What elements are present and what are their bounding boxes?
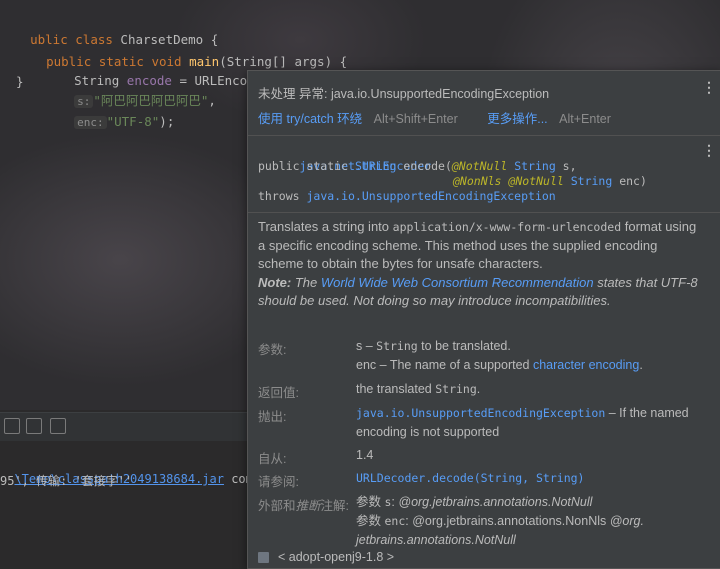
ext-annotation-enc: 参数 enc: @org.jetbrains.annotations.NonNl… — [356, 512, 696, 549]
returns-code: String — [435, 382, 477, 396]
param-enc: enc – The name of a supported character … — [356, 356, 696, 375]
dash: – — [362, 339, 377, 353]
print-icon[interactable] — [26, 418, 42, 434]
desc-text: Translates a string into — [258, 219, 393, 234]
type: String — [74, 73, 127, 88]
divider — [248, 212, 720, 213]
desc-code: application/x-www-form-urlencoded — [392, 220, 622, 234]
ext-label-c: 注解: — [320, 499, 350, 513]
ext-annotation-s: 参数 s: @org.jetbrains.annotations.NotNull — [356, 493, 696, 512]
param-hint-s: s: — [74, 95, 94, 108]
error-header: 未处理 异常: java.io.UnsupportedEncodingExcep… — [248, 71, 720, 135]
returns-value: the translated String. — [356, 380, 696, 399]
comma: , — [208, 93, 216, 108]
ext2-code: enc — [384, 514, 406, 528]
dot: . — [639, 358, 643, 372]
library-icon — [258, 552, 269, 563]
ext-label-a: 外部和 — [258, 499, 296, 513]
note-label: Note: — [258, 274, 292, 290]
code-line-class[interactable]: ublic class CharsetDemo { — [0, 10, 218, 47]
quick-fix-row: 使用 try/catch 环绕 Alt+Shift+Enter 更多操作... … — [258, 108, 611, 127]
signature-throws: throws java.io.UnsupportedEncodingExcept… — [258, 189, 556, 204]
ext2-anno: @org. — [609, 514, 644, 528]
param-hint-enc: enc: — [74, 116, 107, 129]
dot: . — [476, 382, 481, 396]
ext-annotations-label: 外部和推断注解: — [258, 495, 349, 514]
error-message: 未处理 异常: java.io.UnsupportedEncodingExcep… — [258, 83, 549, 102]
error-type: java.io.UnsupportedEncodingException — [330, 87, 550, 101]
run-output: 95', 传输: '套接字'' — [0, 474, 133, 488]
more-actions-link[interactable]: 更多操作... — [487, 112, 547, 126]
description: Translates a string into application/x-w… — [258, 218, 698, 311]
code-line-close[interactable]: } — [16, 72, 24, 92]
surround-try-catch-action[interactable]: 使用 try/catch 环绕 — [258, 112, 362, 126]
sig-mod: public static — [258, 159, 355, 173]
sig-annotation-nonnls: @NonNls — [453, 174, 502, 188]
charset-link[interactable]: character encoding — [533, 358, 639, 372]
error-label: 未处理 异常: — [258, 87, 328, 101]
param-s: s – String to be translated. — [356, 337, 696, 356]
string-literal: "阿巴阿巴阿巴阿巴" — [93, 93, 209, 108]
throws-kw: throws — [258, 189, 307, 203]
more-options-icon[interactable]: ⋮ — [702, 79, 716, 96]
signature-line-2: @NonNls @NotNull String enc) — [453, 174, 647, 189]
doc-options-icon[interactable]: ⋮ — [702, 142, 716, 159]
throws-exception-link[interactable]: java.io.UnsupportedEncodingException — [306, 189, 555, 203]
param-s-type: String — [376, 339, 418, 353]
shortcut-more: Alt+Enter — [559, 112, 611, 126]
ext1-anno: @org.jetbrains.annotations.NotNull — [398, 495, 593, 509]
throws-value: java.io.UnsupportedEncodingException – I… — [356, 404, 696, 441]
shortcut-surround: Alt+Shift+Enter — [373, 112, 458, 126]
params-label: 参数: — [258, 343, 287, 357]
run-toolbar — [0, 412, 250, 441]
variable: encode — [126, 73, 172, 88]
see-label: 请参阅: — [258, 475, 299, 489]
delete-icon[interactable] — [50, 418, 66, 434]
wrap-icon[interactable] — [4, 418, 20, 434]
param-s-desc: to be translated. — [417, 339, 511, 353]
sig-annotation: @NotNull — [451, 159, 508, 173]
sig-param-s: s, — [555, 159, 577, 173]
w3c-link[interactable]: World Wide Web Consortium Recommendation — [321, 275, 594, 290]
sig-annotation-notnull: @NotNull — [508, 174, 564, 188]
returns-label: 返回值: — [258, 386, 299, 400]
sig-space — [564, 174, 571, 188]
throws-label: 抛出: — [258, 410, 287, 424]
string-literal-enc: "UTF-8" — [106, 114, 160, 129]
sig-param-type[interactable]: String — [514, 159, 556, 173]
code-line-main[interactable]: public static void main(String[] args) { — [16, 32, 347, 69]
jdk-footer: < adopt-openj9-1.8 > — [248, 548, 720, 568]
sig-return-type[interactable]: String — [355, 159, 397, 173]
throws-link[interactable]: java.io.UnsupportedEncodingException — [356, 406, 605, 420]
end: ); — [159, 114, 175, 129]
code-line-encode[interactable]: String encode = URLEncoder.encode( s:"阿巴… — [44, 51, 330, 129]
signature-block: ⋮ java.net.URLEncoder public static Stri… — [248, 136, 720, 212]
sig-param-enc: enc) — [612, 174, 647, 188]
jdk-name[interactable]: < adopt-openj9-1.8 > — [278, 550, 394, 564]
returns-text: the translated — [356, 382, 436, 396]
see-link[interactable]: URLDecoder.decode(String, String) — [356, 471, 584, 485]
see-value: URLDecoder.decode(String, String) — [356, 469, 696, 488]
since-value: 1.4 — [356, 448, 374, 462]
signature-line: public static String encode(@NotNull Str… — [258, 159, 577, 174]
ext2-a: 参数 — [356, 514, 385, 528]
note-text: The — [291, 274, 321, 290]
ext2-anno-2: jetbrains.annotations.NotNull — [356, 532, 516, 547]
sig-name: encode( — [396, 159, 452, 173]
ext2-b: : @org.jetbrains.annotations.NonNls — [405, 514, 610, 528]
quick-doc-popup: 未处理 异常: java.io.UnsupportedEncodingExcep… — [247, 70, 720, 569]
ext1-a: 参数 — [356, 495, 385, 509]
param-enc-desc: – The name of a supported — [376, 358, 533, 372]
param-enc-name: enc — [356, 358, 377, 372]
ext-label-b: 推断 — [295, 499, 321, 513]
since-label: 自从: — [258, 452, 287, 466]
sig-param-type[interactable]: String — [571, 174, 613, 188]
